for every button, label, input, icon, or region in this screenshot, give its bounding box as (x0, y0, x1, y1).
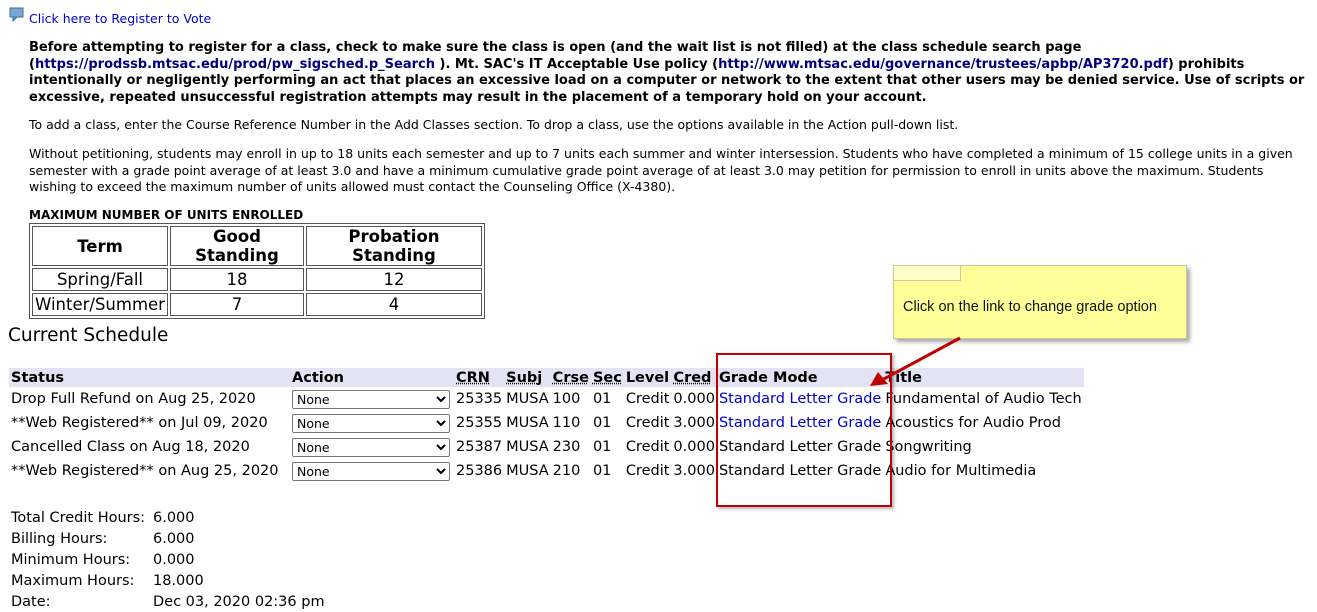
annotation-arrow-icon (870, 336, 961, 386)
cred-cell: 0.000 (673, 391, 715, 407)
cred-cell: 3.000 (673, 463, 715, 479)
action-select[interactable]: None (292, 389, 450, 409)
sec-cell: 01 (592, 463, 612, 479)
level-cell: Credit (625, 391, 670, 407)
totals-row: Total Credit Hours: 6.000 (11, 507, 325, 528)
table-row: **Web Registered** on Jul 09, 2020 None … (9, 411, 1084, 435)
status-cell: Drop Full Refund on Aug 25, 2020 (11, 391, 256, 407)
max-units-header-probation: Probation Standing (305, 226, 482, 266)
table-row: Spring/Fall 18 12 (32, 268, 482, 291)
max-units-good: 7 (169, 293, 304, 316)
col-crn: CRN (454, 368, 505, 387)
action-select[interactable]: None (292, 437, 450, 457)
col-action: Action (290, 368, 454, 387)
acceptable-use-policy-link[interactable]: http://www.mtsac.edu/governance/trustees… (718, 57, 1168, 72)
crse-cell: 210 (552, 463, 581, 479)
totals-row: Maximum Hours: 18.000 (11, 570, 325, 591)
register-to-vote: Click here to Register to Vote (9, 7, 211, 26)
col-cred: Cred (671, 368, 717, 387)
totals-row: Date: Dec 03, 2020 02:36 pm (11, 591, 325, 612)
crse-cell: 110 (552, 415, 581, 431)
date-value: Dec 03, 2020 02:36 pm (153, 593, 325, 610)
action-cell: None (290, 459, 454, 483)
schedule-totals: Total Credit Hours: 6.000 Billing Hours: 6… (11, 507, 325, 612)
action-cell: None (290, 387, 454, 411)
crn-cell: 25335 (456, 391, 503, 407)
max-units-term: Spring/Fall (32, 268, 168, 291)
minimum-hours-label: Minimum Hours: (11, 551, 131, 568)
sec-cell: 01 (592, 391, 612, 407)
total-credit-hours-label: Total Credit Hours: (11, 509, 146, 526)
table-row: Winter/Summer 7 4 (32, 293, 482, 316)
title-cell: Acoustics for Audio Prod (885, 415, 1062, 431)
status-cell: **Web Registered** on Jul 09, 2020 (11, 415, 268, 431)
max-units-good: 18 (169, 268, 304, 291)
callout-fold (894, 266, 961, 281)
max-units-header-term: Term (32, 226, 168, 266)
cred-cell: 0.000 (673, 439, 715, 455)
title-cell: Songwriting (885, 439, 972, 455)
subj-cell: MUSA (506, 391, 549, 407)
max-units-title: MAXIMUM NUMBER OF UNITS ENROLLED (29, 208, 304, 222)
cred-cell: 3.000 (673, 415, 715, 431)
max-units-header-row: Term Good Standing Probation Standing (32, 226, 482, 266)
billing-hours-label: Billing Hours: (11, 530, 108, 547)
subj-cell: MUSA (506, 463, 549, 479)
max-units-probation: 12 (305, 268, 482, 291)
billing-hours-value: 6.000 (153, 530, 195, 547)
notice-text-2: ). Mt. SAC's IT Acceptable Use policy ( (435, 56, 719, 72)
level-cell: Credit (625, 415, 670, 431)
crn-cell: 25355 (456, 415, 503, 431)
max-units-table: Term Good Standing Probation Standing Sp… (29, 223, 485, 319)
title-cell: Audio for Multimedia (885, 463, 1037, 479)
col-status: Status (9, 368, 290, 387)
col-subj: Subj (504, 368, 551, 387)
maximum-hours-value: 18.000 (153, 572, 204, 589)
totals-row: Billing Hours: 6.000 (11, 528, 325, 549)
maximum-hours-label: Maximum Hours: (11, 572, 135, 589)
crse-cell: 100 (552, 391, 581, 407)
level-cell: Credit (625, 463, 670, 479)
callout-text: Click on the link to change grade option (903, 299, 1157, 315)
registration-notice: Before attempting to register for a clas… (29, 40, 1309, 106)
current-schedule-heading: Current Schedule (8, 325, 169, 346)
sec-cell: 01 (592, 415, 612, 431)
action-select[interactable]: None (292, 461, 450, 481)
col-crse: Crse (550, 368, 591, 387)
status-cell: **Web Registered** on Aug 25, 2020 (11, 463, 279, 479)
table-row: Cancelled Class on Aug 18, 2020 None 253… (9, 435, 1084, 459)
crn-cell: 25387 (456, 439, 503, 455)
table-row: **Web Registered** on Aug 25, 2020 None … (9, 459, 1084, 483)
total-credit-hours-value: 6.000 (153, 509, 195, 526)
crse-cell: 230 (552, 439, 581, 455)
col-sec: Sec (590, 368, 624, 387)
register-to-vote-link[interactable]: Click here to Register to Vote (29, 11, 211, 26)
max-units-header-good: Good Standing (169, 226, 304, 266)
date-label: Date: (11, 593, 51, 610)
crn-cell: 25386 (456, 463, 503, 479)
minimum-hours-value: 0.000 (153, 551, 195, 568)
col-level: Level (623, 368, 672, 387)
add-drop-instructions: To add a class, enter the Course Referen… (29, 117, 959, 132)
annotation-callout: Click on the link to change grade option (893, 265, 1187, 339)
totals-row: Minimum Hours: 0.000 (11, 549, 325, 570)
action-cell: None (290, 435, 454, 459)
max-units-term: Winter/Summer (32, 293, 168, 316)
subj-cell: MUSA (506, 439, 549, 455)
subj-cell: MUSA (506, 415, 549, 431)
level-cell: Credit (625, 439, 670, 455)
speech-bubble-icon (9, 7, 24, 23)
action-select[interactable]: None (292, 413, 450, 433)
max-units-probation: 4 (305, 293, 482, 316)
sec-cell: 01 (592, 439, 612, 455)
status-cell: Cancelled Class on Aug 18, 2020 (11, 439, 250, 455)
unit-limit-instructions: Without petitioning, students may enroll… (29, 146, 1293, 194)
class-search-link[interactable]: https://prodssb.mtsac.edu/prod/pw_sigsch… (35, 57, 435, 72)
action-cell: None (290, 411, 454, 435)
